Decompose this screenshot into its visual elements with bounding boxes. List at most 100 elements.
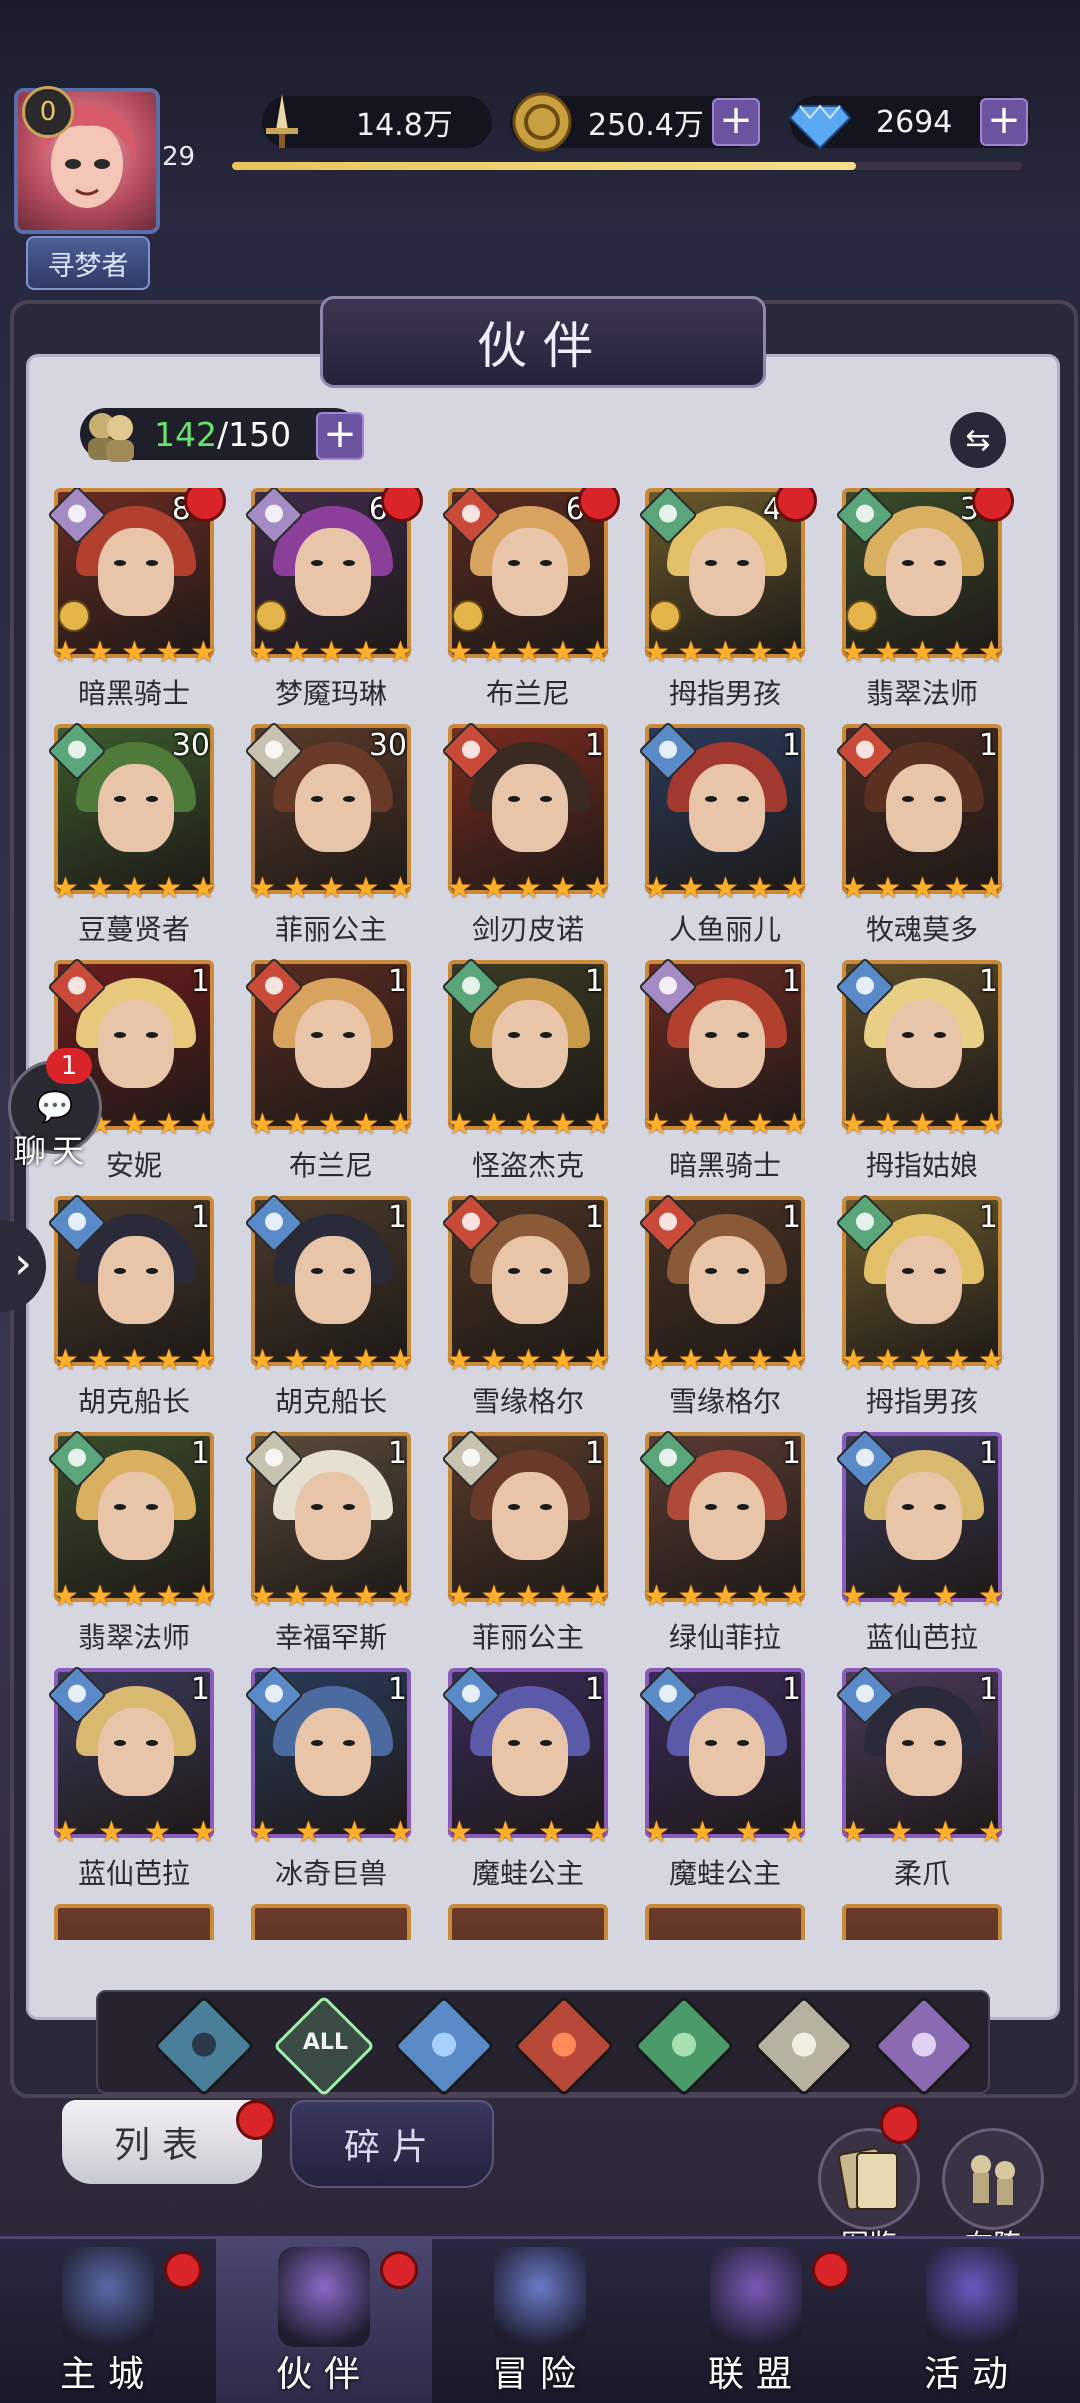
hero-level: 1 xyxy=(781,1436,801,1471)
hero-card[interactable]: 1 ★ ★ ★ ★ ★ 暗黑骑士 xyxy=(637,957,813,1182)
hero-card[interactable]: 1 ★ ★ ★ ★ ★ 菲丽公主 xyxy=(440,1429,616,1654)
star-icon: ★ xyxy=(712,871,739,906)
crown-icon xyxy=(452,600,484,632)
hero-card[interactable]: 30 ★ ★ ★ ★ ★ 豆蔓贤者 xyxy=(46,721,222,946)
hero-portrait xyxy=(54,1904,214,1940)
hero-card[interactable]: 30 ★★★★★ 翡翠法师 xyxy=(834,488,1014,710)
hero-card[interactable]: 60 ★★★★★ 梦魇玛琳 xyxy=(243,488,423,710)
hero-card[interactable]: 1 ★ ★ ★ ★ ★ 胡克船长 xyxy=(46,1193,222,1418)
hero-card[interactable]: 1 ★ ★ ★ ★ ★ 牧魂莫多 xyxy=(834,721,1010,946)
star-icon: ★ xyxy=(909,635,936,670)
star-icon: ★ xyxy=(480,635,508,670)
hero-card-partial[interactable] xyxy=(46,1904,222,1940)
hero-level: 1 xyxy=(584,964,604,999)
hero-card[interactable]: 1 ★ ★ ★ ★ 魔蛙公主 xyxy=(637,1665,813,1890)
star-icon: ★ xyxy=(190,1107,217,1142)
hero-level: 1 xyxy=(584,1200,604,1235)
hero-name: 胡克船长 xyxy=(77,1385,190,1418)
star-icon: ★ xyxy=(190,1579,217,1614)
hero-card[interactable]: 1 ★ ★ ★ ★ ★ 幸福罕斯 xyxy=(243,1429,419,1654)
star-icon: ★ xyxy=(352,871,380,906)
nav-item[interactable]: 联盟 xyxy=(648,2239,864,2403)
tab-list[interactable]: 列表 xyxy=(62,2100,262,2184)
hero-card-partial[interactable] xyxy=(637,1904,813,1940)
codex-notification-dot xyxy=(880,2104,920,2144)
filter-fire-icon[interactable] xyxy=(513,1995,615,2097)
expand-slots-button[interactable]: + xyxy=(316,412,364,460)
star-icon: ★ xyxy=(643,1107,670,1142)
star-rating: ★★★★★ xyxy=(52,874,220,904)
crown-icon xyxy=(649,600,681,632)
hero-name: 暗黑骑士 xyxy=(668,1149,781,1182)
hero-level: 1 xyxy=(584,1672,604,1707)
hero-card[interactable]: 1 ★ ★ ★ ★ 冰奇巨兽 xyxy=(243,1665,419,1890)
nav-item[interactable]: 活动 xyxy=(864,2239,1080,2403)
hero-eye xyxy=(146,1740,158,1746)
star-icon: ★ xyxy=(643,871,670,906)
nav-icon xyxy=(494,2247,586,2347)
hero-card[interactable]: 1 ★ ★ ★ ★ ★ 拇指男孩 xyxy=(834,1193,1010,1418)
filter-all[interactable]: ALL xyxy=(273,1995,375,2097)
hero-card[interactable]: 80 ★★★★★ 暗黑骑士 xyxy=(46,488,226,710)
star-icon: ★ xyxy=(746,871,774,906)
nav-item[interactable]: 伙伴 xyxy=(216,2239,432,2403)
notification-dot xyxy=(184,488,226,522)
filter-light-icon[interactable] xyxy=(753,1995,855,2097)
hero-card[interactable]: 1 ★ ★ ★ ★ 蓝仙芭拉 xyxy=(46,1665,222,1890)
star-icon: ★ xyxy=(746,635,774,670)
hero-eye xyxy=(146,1268,158,1274)
hero-card[interactable]: 1 ★ ★ ★ ★ ★ 雪缘格尔 xyxy=(637,1193,813,1418)
hero-card-partial[interactable] xyxy=(243,1904,419,1940)
filter-wind-icon[interactable] xyxy=(633,1995,735,2097)
hero-card[interactable]: 1 ★ ★ ★ ★ ★ 怪盗杰克 xyxy=(440,957,616,1182)
hero-card[interactable]: 1 ★ ★ ★ ★ 柔爪 xyxy=(834,1665,1010,1890)
tab-list-notification-dot xyxy=(236,2100,276,2140)
hero-name: 布兰尼 xyxy=(288,1149,373,1182)
hero-card[interactable]: 1 ★ ★ ★ ★ ★ 布兰尼 xyxy=(243,957,419,1182)
nav-icon xyxy=(926,2247,1018,2347)
hero-card-partial[interactable] xyxy=(834,1904,1010,1940)
hero-eye xyxy=(934,1740,946,1746)
filter-dark-icon[interactable] xyxy=(153,1995,255,2097)
star-icon: ★ xyxy=(943,635,971,670)
add-gold-button[interactable]: + xyxy=(712,98,760,146)
partners-icon xyxy=(78,406,144,462)
hero-card[interactable]: 1 ★ ★ ★ ★ ★ 绿仙菲拉 xyxy=(637,1429,813,1654)
sort-button[interactable]: ⇆ xyxy=(950,412,1006,468)
nav-item[interactable]: 冒险 xyxy=(432,2239,648,2403)
star-icon: ★ xyxy=(283,635,311,670)
hero-eye xyxy=(540,796,552,802)
hero-card[interactable]: 1 ★ ★ ★ ★ ★ 拇指姑娘 xyxy=(834,957,1010,1182)
filter-water-icon[interactable] xyxy=(393,1995,495,2097)
star-icon: ★ xyxy=(249,1579,276,1614)
hero-card[interactable]: 1 ★ ★ ★ ★ ★ 剑刃皮诺 xyxy=(440,721,616,946)
nav-item[interactable]: 主城 xyxy=(0,2239,216,2403)
hero-card[interactable]: 1 ★ ★ ★ ★ ★ 翡翠法师 xyxy=(46,1429,222,1654)
star-icon: ★ xyxy=(978,1107,1005,1142)
hero-name: 拇指男孩 xyxy=(865,1385,978,1418)
hero-card[interactable]: 30 ★ ★ ★ ★ ★ 菲丽公主 xyxy=(243,721,419,946)
hero-card[interactable]: 1 ★ ★ ★ ★ 蓝仙芭拉 xyxy=(834,1429,1010,1654)
hero-eye xyxy=(311,1032,323,1038)
add-diamond-button[interactable]: + xyxy=(980,98,1028,146)
notification-dot xyxy=(381,488,423,522)
hero-card[interactable]: 1 ★ ★ ★ ★ 魔蛙公主 xyxy=(440,1665,616,1890)
hero-card[interactable]: 1 ★ ★ ★ ★ ★ 雪缘格尔 xyxy=(440,1193,616,1418)
hero-eye xyxy=(146,1504,158,1510)
star-icon: ★ xyxy=(352,635,380,670)
star-icon: ★ xyxy=(121,1343,148,1378)
hero-card[interactable]: 60 ★★★★★ 布兰尼 xyxy=(440,488,620,710)
player-title[interactable]: 寻梦者 xyxy=(26,236,150,290)
filter-void-icon[interactable] xyxy=(873,1995,975,2097)
hero-level: 1 xyxy=(978,1672,998,1707)
hero-card[interactable]: 1 ★ ★ ★ ★ ★ 胡克船长 xyxy=(243,1193,419,1418)
hero-eye xyxy=(902,796,914,802)
hero-card[interactable]: 1 ★ ★ ★ ★ ★ 人鱼丽儿 xyxy=(637,721,813,946)
hero-face xyxy=(98,528,174,616)
hero-card-partial[interactable] xyxy=(440,1904,616,1940)
hero-card[interactable]: 40 ★★★★★ 拇指男孩 xyxy=(637,488,817,710)
hero-eye xyxy=(902,560,914,566)
formation-button[interactable]: 布阵 xyxy=(942,2128,1044,2261)
hero-face xyxy=(295,764,371,852)
tab-fragments[interactable]: 碎片 xyxy=(290,2100,494,2188)
